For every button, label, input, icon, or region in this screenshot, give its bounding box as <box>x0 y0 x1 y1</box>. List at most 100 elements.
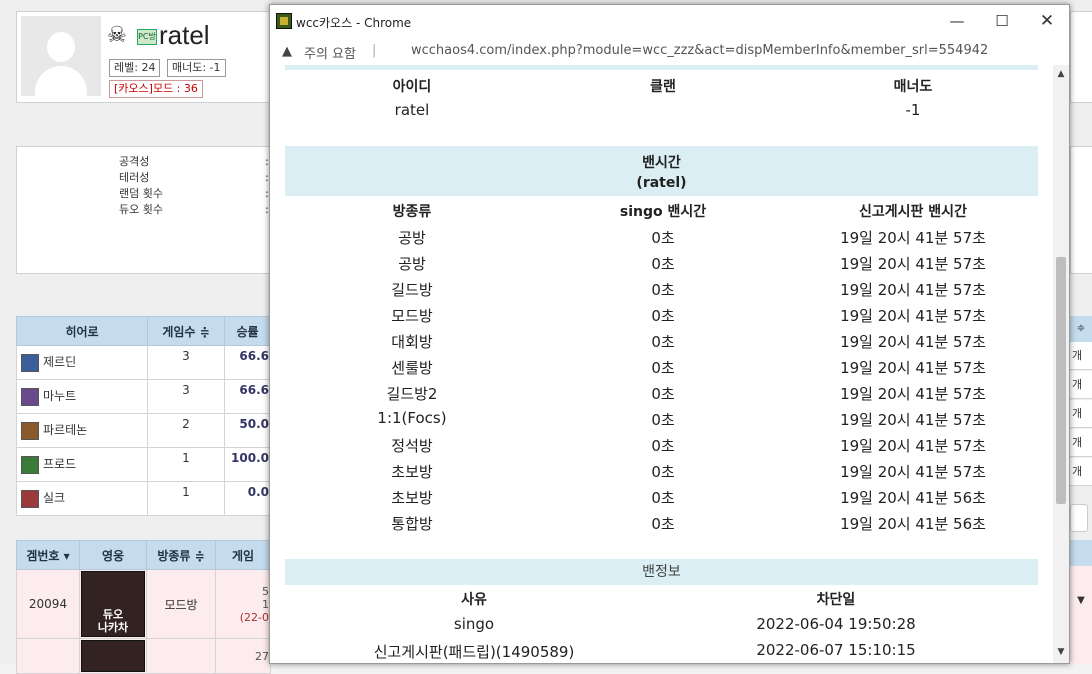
thumb-label-bottom: 나카차 <box>97 621 129 634</box>
profile-name: ratel <box>159 20 210 50</box>
game-info-line: 5 <box>262 584 269 598</box>
singo-ban-cell: 0초 <box>651 307 675 325</box>
room-type-column-header[interactable]: 방종류 ≑ <box>146 540 216 570</box>
right-cell: 개 <box>1070 400 1092 428</box>
hero-thumbnail[interactable]: 듀오 나카차 <box>81 571 145 637</box>
game-info-line: 27 <box>215 638 271 674</box>
board-ban-cell: 19일 20시 41분 57초 <box>840 333 986 351</box>
hero-thumbnail[interactable] <box>81 640 145 672</box>
room-type-cell: 센룰방 <box>391 359 433 377</box>
room-type: 모드방 <box>146 569 216 639</box>
game-column-header: 게임 <box>215 540 271 570</box>
room-type-cell: 통합방 <box>391 515 433 533</box>
game-id[interactable]: 20094 <box>16 569 80 639</box>
window-titlebar[interactable]: wcc카오스 - Chrome — ☐ ✕ <box>270 5 1069 37</box>
table-row: 27 <box>16 638 271 674</box>
board-ban-cell: 19일 20시 41분 57초 <box>840 281 986 299</box>
singo-ban-cell: 0초 <box>651 281 675 299</box>
singo-ban-cell: 0초 <box>651 515 675 533</box>
vertical-scrollbar[interactable]: ▲ ▼ <box>1053 65 1069 663</box>
singo-ban-cell: 0초 <box>651 385 675 403</box>
board-ban-cell: 19일 20시 41분 57초 <box>840 385 986 403</box>
singo-ban-cell: 0초 <box>651 333 675 351</box>
ban-time-subtitle: (ratel) <box>636 175 687 191</box>
mode-tag: [카오스]모드 : 36 <box>109 80 203 98</box>
games-count: 3 <box>147 379 225 414</box>
win-rate: 100.0 <box>224 447 271 482</box>
background-right-box <box>1070 11 1092 103</box>
sort-icon[interactable]: ≑ <box>1070 316 1092 342</box>
game-id-column-header[interactable]: 겜번호 ▾ <box>16 540 80 570</box>
singo-ban-cell: 0초 <box>651 229 675 247</box>
room-type-cell: 초보방 <box>391 489 433 507</box>
id-column-header: 아이디 <box>392 79 432 95</box>
win-rate: 66.6 <box>224 345 271 380</box>
stats-box: 공격성: 테러성: 랜덤 횟수: 듀오 횟수: <box>16 146 273 274</box>
win-rate: 66.6 <box>224 379 271 414</box>
hero-name[interactable]: 실크 <box>43 491 65 505</box>
table-row: 20094 듀오 나카차 모드방 5 1 (22-0 <box>16 569 271 639</box>
stat-label: 테러성: <box>119 171 269 184</box>
url-text[interactable]: wcchaos4.com/index.php?module=wcc_zzz&ac… <box>411 43 988 58</box>
divider: | <box>372 43 377 58</box>
board-ban-cell: 19일 20시 41분 56초 <box>840 489 986 507</box>
ban-info-header: 밴정보 <box>285 559 1038 585</box>
close-icon[interactable]: ✕ <box>1027 9 1067 33</box>
block-date-column-header: 차단일 <box>816 592 856 608</box>
win-rate: 0.0 <box>224 481 271 516</box>
hero-name[interactable]: 제르딘 <box>43 355 76 369</box>
level-tag: 레벨: 24 <box>109 59 161 77</box>
hero-column-header[interactable]: 히어로 <box>16 316 148 346</box>
board-ban-cell: 19일 20시 41분 57초 <box>840 411 986 429</box>
hero-icon <box>21 489 39 508</box>
singo-ban-cell: 0초 <box>651 411 675 429</box>
board-ban-cell: 19일 20시 41분 57초 <box>840 255 986 273</box>
scrollbar-thumb[interactable] <box>1056 257 1066 504</box>
room-type-cell: 정석방 <box>391 437 433 455</box>
reason-cell: 신고게시판(패드립)(1490589) <box>373 643 575 661</box>
security-warning-label[interactable]: 주의 요함 <box>304 43 356 62</box>
table-header-strip <box>1070 540 1092 566</box>
table-row: 제르딘 3 66.6 <box>16 345 271 380</box>
search-input[interactable] <box>1070 504 1088 532</box>
room-type-cell: 모드방 <box>391 307 433 325</box>
popup-content: 아이디 클랜 매너도 ratel -1 밴시간 (ratel) 방종류 sing… <box>270 65 1053 663</box>
winrate-column-header[interactable]: 승률 <box>224 316 271 346</box>
clan-column-header: 클랜 <box>650 79 676 95</box>
user-id-value: ratel <box>394 101 430 119</box>
hero-name[interactable]: 프로드 <box>43 457 76 471</box>
hero-name[interactable]: 마누트 <box>43 389 76 403</box>
games-count: 1 <box>147 481 225 516</box>
room-type-cell: 공방 <box>398 229 426 247</box>
right-cell: 개 <box>1070 429 1092 457</box>
maximize-icon[interactable]: ☐ <box>982 9 1022 33</box>
address-bar[interactable]: ▲ 주의 요함 | wcchaos4.com/index.php?module=… <box>270 37 1069 65</box>
hero-icon <box>21 421 39 440</box>
room-type-cell: 공방 <box>398 255 426 273</box>
minimize-icon[interactable]: — <box>937 9 977 33</box>
singo-ban-column-header: singo 밴시간 <box>619 204 707 220</box>
hero-thumb-cell: 듀오 나카차 <box>79 569 147 639</box>
table-row: 프로드 1 100.0 <box>16 447 271 482</box>
hero-name[interactable]: 파르테논 <box>43 423 87 437</box>
warning-icon[interactable]: ▲ <box>282 44 292 59</box>
singo-ban-cell: 0초 <box>651 255 675 273</box>
scroll-down-icon[interactable]: ▼ <box>1053 647 1069 659</box>
table-row: 파르테논 2 50.0 <box>16 413 271 448</box>
games-count: 3 <box>147 345 225 380</box>
board-ban-column-header: 신고게시판 밴시간 <box>859 204 967 220</box>
board-ban-cell: 19일 20시 41분 57초 <box>840 229 986 247</box>
room-type-cell: 길드방 <box>391 281 433 299</box>
scroll-up-icon[interactable]: ▲ <box>1053 69 1069 81</box>
ban-time-title: 밴시간 <box>642 155 681 171</box>
pc-badge-icon: PC방 <box>137 29 157 45</box>
singo-ban-cell: 0초 <box>651 463 675 481</box>
reason-column-header: 사유 <box>461 592 487 608</box>
singo-ban-cell: 0초 <box>651 489 675 507</box>
dropdown-arrow-icon[interactable]: ▼ <box>1070 566 1092 664</box>
room-type-cell: 초보방 <box>391 463 433 481</box>
manner-tag: 매너도: -1 <box>167 59 226 77</box>
game-table: 겜번호 ▾ 영웅 방종류 ≑ 게임 20094 듀오 나카차 모드방 5 1 (… <box>16 540 271 674</box>
games-column-header[interactable]: 게임수 ≑ <box>147 316 225 346</box>
block-date-cell: 2022-06-07 15:10:15 <box>756 641 916 659</box>
